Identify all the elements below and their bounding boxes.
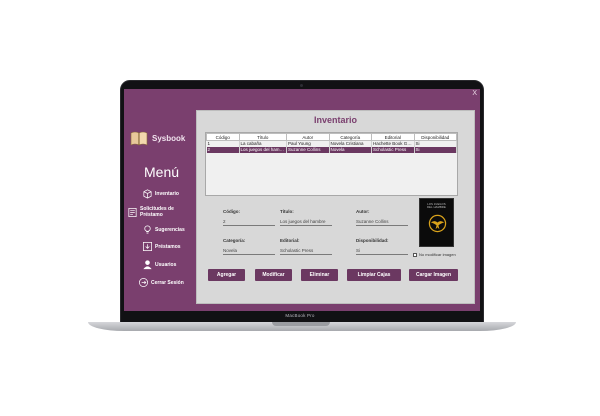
titulo-label: Título: [280, 209, 294, 214]
table-cell: Hachette Book Grou... [371, 140, 415, 147]
user-icon [143, 260, 152, 270]
table-cell: Scholastic Press [371, 146, 415, 153]
editorial-field: Editorial: Scholastic Press [280, 238, 332, 255]
nav-item-inventario[interactable]: Inventario [142, 188, 179, 199]
mockingjay-emblem-icon [428, 214, 447, 233]
book-logo-icon [130, 131, 148, 146]
lightbulb-icon [144, 225, 151, 234]
request-form-icon [128, 207, 137, 217]
menu-title: Menú [144, 164, 180, 180]
nav-item-cerrar-sesion[interactable]: Cerrar Sesión [138, 277, 184, 288]
column-header[interactable]: Código [206, 133, 240, 141]
inventory-table[interactable]: Código Título Autor Categoría Editorial … [205, 132, 458, 196]
titulo-field: Título: Los juegos del hambre [280, 209, 332, 226]
stage: X Sysbook Menú Inventario Solicitudes de… [0, 0, 600, 416]
nav-item-label: Cerrar Sesión [151, 279, 184, 286]
nav-item-solicitudes[interactable]: Solicitudes de Préstamo [127, 206, 198, 218]
camera-icon [300, 84, 303, 87]
titulo-input[interactable]: Los juegos del hambre [280, 219, 332, 226]
nav-item-label: Préstamos [155, 243, 181, 250]
brand-name: Sysbook [152, 133, 186, 143]
editorial-input[interactable]: Scholastic Press [280, 248, 332, 255]
book-cover-image: LOS JUEGOS DEL HAMBRE [419, 198, 454, 247]
disponibilidad-field: Disponibilidad: Si [356, 238, 408, 255]
nav-item-sugerencias[interactable]: Sugerencias [142, 224, 185, 235]
codigo-field: Código: 2 [223, 209, 275, 226]
eliminar-button[interactable]: Eliminar [301, 269, 338, 281]
disponibilidad-input[interactable]: Si [356, 248, 408, 255]
checkbox-label: No modificar imagen [419, 252, 456, 257]
table-cell: Si [414, 146, 457, 153]
no-modify-image-checkbox[interactable]: No modificar imagen [413, 252, 456, 257]
autor-input[interactable]: Suzanne Collins [356, 219, 408, 226]
column-header[interactable]: Disponibilidad [413, 133, 457, 141]
laptop-notch [272, 322, 330, 326]
codigo-input[interactable]: 2 [223, 219, 275, 226]
nav-item-label: Usuarios [155, 261, 177, 268]
nav-item-label: Solicitudes de Préstamo [139, 206, 174, 218]
page-title: Inventario [313, 115, 357, 125]
brand: Sysbook [130, 130, 185, 146]
sidebar: Sysbook Menú Inventario Solicitudes de P… [124, 89, 198, 311]
checkbox[interactable] [413, 252, 417, 257]
autor-label: Autor: [356, 209, 370, 214]
app-window: X Sysbook Menú Inventario Solicitudes de… [124, 89, 480, 311]
column-header[interactable]: Editorial [371, 133, 415, 141]
editorial-label: Editorial: [280, 238, 300, 243]
column-header[interactable]: Título [238, 133, 287, 141]
nav-item-label: Inventario [155, 190, 179, 197]
table-row[interactable]: 1 La cabaña Paul Young Novela Cristiana … [206, 140, 457, 147]
categoria-input[interactable]: Novela [223, 248, 275, 255]
categoria-field: Categoría: Novela [223, 238, 275, 255]
table-cell: Novela [329, 146, 372, 153]
autor-field: Autor: Suzanne Collins [356, 209, 408, 226]
limpiar-cajas-button[interactable]: Limpiar Cajas [347, 269, 401, 281]
laptop-model-label: MacBook Pro [285, 313, 315, 318]
cover-title: LOS JUEGOS DEL HAMBRE [427, 203, 446, 209]
close-button[interactable]: X [472, 90, 477, 97]
table-cell: 2 [206, 146, 240, 153]
package-icon [143, 189, 152, 199]
cargar-imagen-button[interactable]: Cargar Imagen [409, 269, 458, 281]
nav-item-prestamos[interactable]: Préstamos [142, 241, 181, 252]
column-header[interactable]: Categoría [328, 133, 372, 141]
inventory-panel: Inventario Código Título Autor Categoría… [196, 110, 475, 304]
table-cell: Suzanne Collins [286, 146, 330, 153]
table-header-row: Código Título Autor Categoría Editorial … [206, 133, 457, 141]
logout-icon [139, 278, 148, 287]
download-icon [143, 242, 152, 251]
nav-item-label: Sugerencias [155, 226, 185, 233]
disponibilidad-label: Disponibilidad: [356, 238, 389, 243]
categoria-label: Categoría: [223, 238, 246, 243]
nav-item-usuarios[interactable]: Usuarios [142, 259, 176, 270]
table-row-selected[interactable]: 2 Los juegos del hambre Suzanne Collins … [206, 146, 457, 153]
codigo-label: Código: [223, 209, 240, 214]
column-header[interactable]: Autor [286, 133, 330, 141]
modificar-button[interactable]: Modificar [255, 269, 292, 281]
table-cell: Los juegos del hambre [239, 146, 287, 153]
agregar-button[interactable]: Agregar [208, 269, 245, 281]
